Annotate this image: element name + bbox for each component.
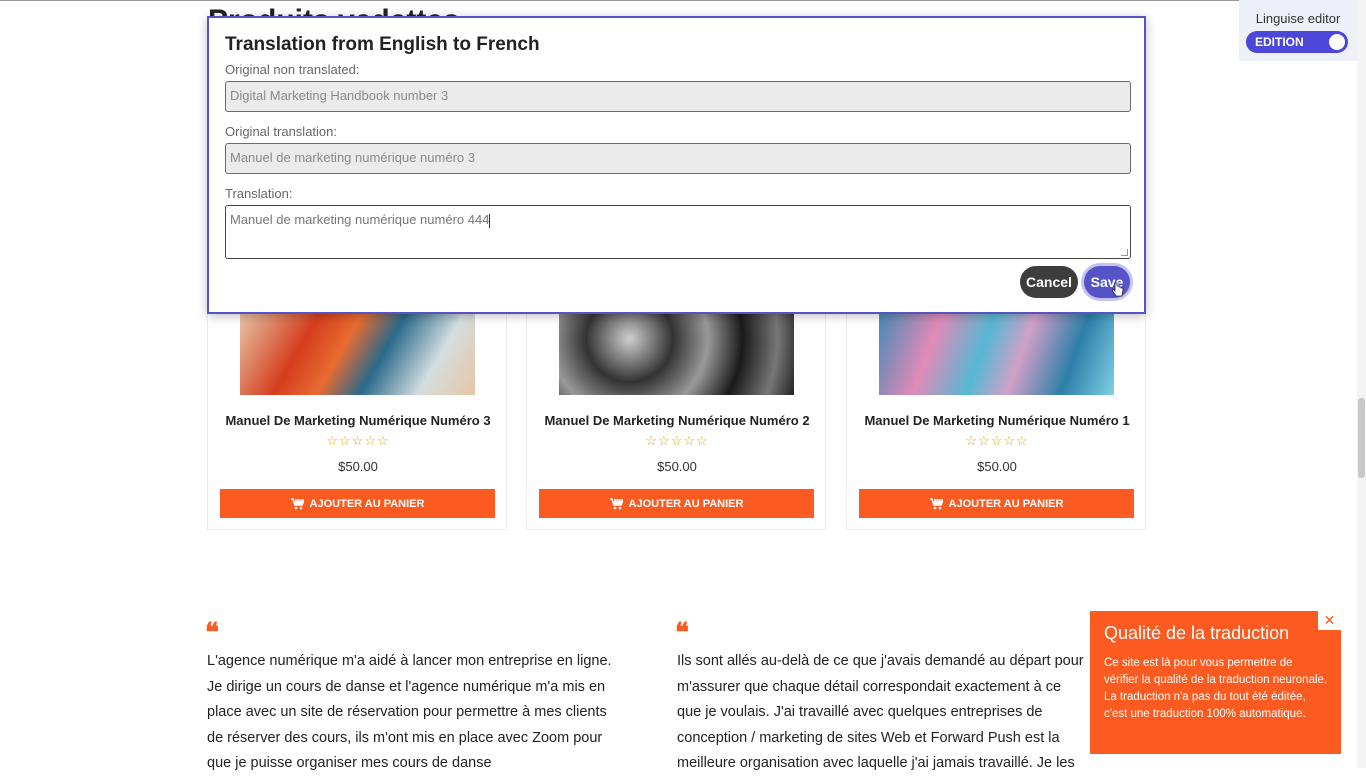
editor-label: Linguise editor — [1255, 11, 1341, 26]
scrollbar-track[interactable] — [1357, 0, 1366, 768]
translation-modal: Translation from English to French Origi… — [207, 16, 1146, 314]
add-to-cart-label: AJOUTER AU PANIER — [628, 497, 744, 510]
notice-body: Ce site est là pour vous permettre de vé… — [1104, 657, 1328, 720]
product-card[interactable]: Manuel De Marketing Numérique Numéro 3 ☆… — [207, 300, 507, 530]
add-to-cart-button[interactable]: AJOUTER AU PANIER — [859, 489, 1134, 518]
product-card[interactable]: Manuel De Marketing Numérique Numéro 1 ☆… — [846, 300, 1146, 530]
original-translation-field: Manuel de marketing numérique numéro 3 — [225, 143, 1131, 174]
testimonial-text: L'agence numérique m'a aidé à lancer mon… — [207, 653, 612, 771]
product-image[interactable] — [559, 301, 794, 395]
add-to-cart-button[interactable]: AJOUTER AU PANIER — [539, 489, 814, 518]
rating-stars-icon: ☆☆☆☆☆ — [965, 433, 1029, 448]
hand-cursor-icon — [1111, 282, 1124, 301]
rating-stars-icon: ☆☆☆☆☆ — [326, 433, 390, 448]
linguise-editor-widget: Linguise editor EDITION — [1239, 0, 1357, 61]
add-to-cart-label: AJOUTER AU PANIER — [948, 497, 1064, 510]
notice-title: Qualité de la traduction — [1104, 623, 1290, 643]
translation-quality-notice: Qualité de la traduction Ce site est là … — [1090, 611, 1341, 754]
cart-icon — [929, 497, 943, 509]
quote-icon: ❝ — [205, 618, 219, 648]
product-title[interactable]: Manuel De Marketing Numérique Numéro 1 — [847, 413, 1147, 428]
translation-textarea[interactable]: Manuel de marketing numérique numéro 444 — [225, 205, 1131, 259]
top-border — [0, 0, 1366, 1]
testimonial-text: Ils sont allés au-delà de ce que j'avais… — [677, 653, 1084, 771]
product-title[interactable]: Manuel De Marketing Numérique Numéro 3 — [208, 413, 508, 428]
product-card[interactable]: Manuel De Marketing Numérique Numéro 2 ☆… — [526, 300, 826, 530]
original-translation-label: Original translation: — [225, 124, 337, 139]
product-price: $50.00 — [338, 459, 378, 474]
cart-icon — [290, 497, 304, 509]
text-caret — [489, 213, 491, 228]
translation-label: Translation: — [225, 186, 293, 201]
original-field: Digital Marketing Handbook number 3 — [225, 81, 1131, 112]
cart-icon — [609, 497, 623, 509]
rating-stars-icon: ☆☆☆☆☆ — [645, 433, 709, 448]
edition-toggle[interactable]: EDITION — [1246, 31, 1348, 53]
add-to-cart-button[interactable]: AJOUTER AU PANIER — [220, 489, 495, 518]
modal-title: Translation from English to French — [225, 34, 540, 55]
quote-icon: ❝ — [675, 618, 689, 648]
add-to-cart-label: AJOUTER AU PANIER — [309, 497, 425, 510]
product-image[interactable] — [240, 301, 475, 395]
product-title[interactable]: Manuel De Marketing Numérique Numéro 2 — [527, 413, 827, 428]
toggle-knob[interactable] — [1329, 34, 1345, 50]
product-image[interactable] — [879, 301, 1114, 395]
cancel-button[interactable]: Cancel — [1020, 266, 1078, 298]
product-price: $50.00 — [977, 459, 1017, 474]
original-label: Original non translated: — [225, 62, 360, 77]
translation-text: Manuel de marketing numérique numéro 444 — [230, 212, 490, 227]
scrollbar-thumb[interactable] — [1358, 398, 1365, 478]
close-icon[interactable]: ✕ — [1318, 611, 1341, 630]
product-price: $50.00 — [657, 459, 697, 474]
toggle-label: EDITION — [1255, 35, 1304, 49]
